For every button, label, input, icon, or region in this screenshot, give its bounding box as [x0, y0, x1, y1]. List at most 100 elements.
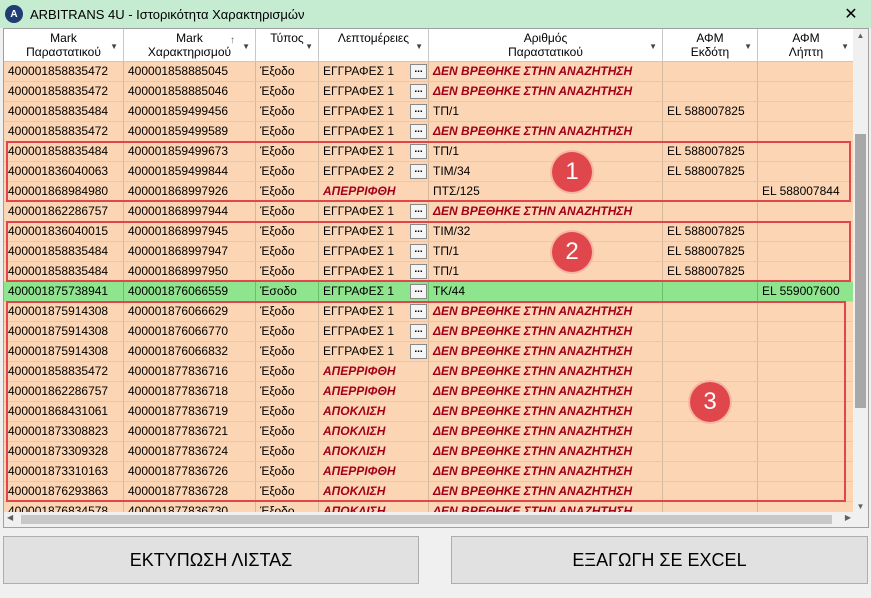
details-ellipsis-button[interactable]: ...	[410, 344, 427, 359]
cell-mark-document[interactable]: 400001875914308	[4, 302, 124, 321]
cell-type[interactable]: Έξοδο	[256, 202, 319, 221]
table-row[interactable]: 400001858835472 400001858885046 Έξοδο ΕΓΓΡΑ…	[4, 82, 855, 102]
cell-document-number[interactable]: ΔΕΝ ΒΡΕΘΗΚΕ ΣΤΗΝ ΑΝΑΖΗΤΗΣΗ	[429, 342, 663, 361]
cell-details[interactable]: ΕΓΓΡΑΦΕΣ 1...	[319, 222, 429, 241]
cell-mark-document[interactable]: 400001858835484	[4, 262, 124, 281]
cell-afm-issuer[interactable]	[663, 462, 758, 481]
cell-mark-document[interactable]: 400001858835472	[4, 362, 124, 381]
cell-type[interactable]: Έξοδο	[256, 322, 319, 341]
cell-type[interactable]: Έξοδο	[256, 402, 319, 421]
cell-document-number[interactable]: ΠΤΣ/125	[429, 182, 663, 201]
cell-afm-issuer[interactable]: EL 588007825	[663, 222, 758, 241]
cell-document-number[interactable]: ΔΕΝ ΒΡΕΘΗΚΕ ΣΤΗΝ ΑΝΑΖΗΤΗΣΗ	[429, 382, 663, 401]
cell-details[interactable]: ΕΓΓΡΑΦΕΣ 1...	[319, 302, 429, 321]
table-row[interactable]: 400001862286757 400001868997944 Έξοδο ΕΓΓΡΑ…	[4, 202, 855, 222]
table-row[interactable]: 400001858835472 400001859499589 Έξοδο ΕΓΓΡΑ…	[4, 122, 855, 142]
cell-details[interactable]: ΕΓΓΡΑΦΕΣ 2...	[319, 162, 429, 181]
cell-afm-recipient[interactable]	[758, 382, 855, 401]
cell-mark-characterization[interactable]: 400001858885046	[124, 82, 256, 101]
cell-mark-characterization[interactable]: 400001876066832	[124, 342, 256, 361]
column-header-mark-characterization[interactable]: Mark Χαρακτηρισμού ↑ ▼	[124, 29, 256, 61]
cell-afm-issuer[interactable]	[663, 342, 758, 361]
details-ellipsis-button[interactable]: ...	[410, 244, 427, 259]
cell-document-number[interactable]: ΔΕΝ ΒΡΕΘΗΚΕ ΣΤΗΝ ΑΝΑΖΗΤΗΣΗ	[429, 362, 663, 381]
cell-type[interactable]: Έξοδο	[256, 462, 319, 481]
cell-details[interactable]: ΕΓΓΡΑΦΕΣ 1...	[319, 202, 429, 221]
cell-document-number[interactable]: ΤΙΜ/32	[429, 222, 663, 241]
cell-details[interactable]: ΕΓΓΡΑΦΕΣ 1...	[319, 342, 429, 361]
cell-mark-document[interactable]: 400001836040063	[4, 162, 124, 181]
cell-document-number[interactable]: ΔΕΝ ΒΡΕΘΗΚΕ ΣΤΗΝ ΑΝΑΖΗΤΗΣΗ	[429, 202, 663, 221]
cell-afm-issuer[interactable]	[663, 322, 758, 341]
cell-details[interactable]: ΑΠΕΡΡΙΦΘΗ	[319, 462, 429, 481]
cell-afm-recipient[interactable]	[758, 102, 855, 121]
cell-mark-characterization[interactable]: 400001876066629	[124, 302, 256, 321]
cell-mark-document[interactable]: 400001858835472	[4, 62, 124, 81]
cell-document-number[interactable]: ΔΕΝ ΒΡΕΘΗΚΕ ΣΤΗΝ ΑΝΑΖΗΤΗΣΗ	[429, 442, 663, 461]
filter-dropdown-icon[interactable]: ▼	[649, 40, 657, 54]
cell-document-number[interactable]: ΤΠ/1	[429, 262, 663, 281]
table-row[interactable]: 400001858835484 400001859499673 Έξοδο ΕΓΓΡΑ…	[4, 142, 855, 162]
cell-type[interactable]: Έξοδο	[256, 182, 319, 201]
column-header-document-number[interactable]: Αριθμός Παραστατικού ▼	[429, 29, 663, 61]
cell-mark-characterization[interactable]: 400001859499589	[124, 122, 256, 141]
filter-dropdown-icon[interactable]: ▼	[841, 40, 849, 54]
column-header-afm-recipient[interactable]: ΑΦΜ Λήπτη ▼	[758, 29, 855, 61]
table-row[interactable]: 400001875914308 400001876066832 Έξοδο ΕΓΓΡΑ…	[4, 342, 855, 362]
filter-dropdown-icon[interactable]: ▼	[305, 40, 313, 54]
cell-type[interactable]: Έξοδο	[256, 102, 319, 121]
cell-afm-issuer[interactable]: EL 588007825	[663, 242, 758, 261]
cell-afm-issuer[interactable]	[663, 422, 758, 441]
cell-mark-document[interactable]: 400001858835484	[4, 102, 124, 121]
details-ellipsis-button[interactable]: ...	[410, 104, 427, 119]
cell-details[interactable]: ΕΓΓΡΑΦΕΣ 1...	[319, 82, 429, 101]
cell-type[interactable]: Έξοδο	[256, 422, 319, 441]
table-row[interactable]: 400001858835484 400001859499456 Έξοδο ΕΓΓΡΑ…	[4, 102, 855, 122]
cell-type[interactable]: Έξοδο	[256, 122, 319, 141]
horizontal-scroll-thumb[interactable]	[21, 515, 832, 524]
scroll-left-icon[interactable]: ◀	[7, 513, 13, 522]
cell-type[interactable]: Έξοδο	[256, 442, 319, 461]
table-row[interactable]: 400001876293863 400001877836728 Έξοδο ΑΠΟΚΛ…	[4, 482, 855, 502]
table-row[interactable]: 400001868984980 400001868997926 Έξοδο ΑΠΕΡΡ…	[4, 182, 855, 202]
table-row[interactable]: 400001858835472 400001877836716 Έξοδο ΑΠΕΡΡ…	[4, 362, 855, 382]
cell-mark-characterization[interactable]: 400001877836718	[124, 382, 256, 401]
table-row[interactable]: 400001858835484 400001868997947 Έξοδο ΕΓΓΡΑ…	[4, 242, 855, 262]
cell-document-number[interactable]: ΔΕΝ ΒΡΕΘΗΚΕ ΣΤΗΝ ΑΝΑΖΗΤΗΣΗ	[429, 122, 663, 141]
cell-mark-characterization[interactable]: 400001868997926	[124, 182, 256, 201]
cell-mark-document[interactable]: 400001862286757	[4, 202, 124, 221]
cell-mark-characterization[interactable]: 400001877836728	[124, 482, 256, 501]
cell-mark-characterization[interactable]: 400001877836719	[124, 402, 256, 421]
cell-mark-document[interactable]: 400001875914308	[4, 322, 124, 341]
cell-mark-characterization[interactable]: 400001859499673	[124, 142, 256, 161]
cell-afm-issuer[interactable]	[663, 62, 758, 81]
details-ellipsis-button[interactable]: ...	[410, 124, 427, 139]
cell-type[interactable]: Έξοδο	[256, 142, 319, 161]
cell-mark-characterization[interactable]: 400001877836721	[124, 422, 256, 441]
cell-mark-document[interactable]: 400001873309328	[4, 442, 124, 461]
cell-document-number[interactable]: ΔΕΝ ΒΡΕΘΗΚΕ ΣΤΗΝ ΑΝΑΖΗΤΗΣΗ	[429, 422, 663, 441]
horizontal-scrollbar[interactable]: ◀ ▶	[4, 512, 855, 527]
cell-document-number[interactable]: ΤΠ/1	[429, 242, 663, 261]
cell-document-number[interactable]: ΔΕΝ ΒΡΕΘΗΚΕ ΣΤΗΝ ΑΝΑΖΗΤΗΣΗ	[429, 322, 663, 341]
cell-afm-issuer[interactable]: EL 588007825	[663, 162, 758, 181]
scroll-right-icon[interactable]: ▶	[845, 513, 851, 522]
cell-afm-issuer[interactable]	[663, 442, 758, 461]
details-ellipsis-button[interactable]: ...	[410, 324, 427, 339]
cell-mark-document[interactable]: 400001862286757	[4, 382, 124, 401]
cell-document-number[interactable]: ΔΕΝ ΒΡΕΘΗΚΕ ΣΤΗΝ ΑΝΑΖΗΤΗΣΗ	[429, 482, 663, 501]
table-row[interactable]: 400001875738941 400001876066559 Έσοδο ΕΓΓΡΑ…	[4, 282, 855, 302]
details-ellipsis-button[interactable]: ...	[410, 224, 427, 239]
cell-type[interactable]: Έσοδο	[256, 282, 319, 301]
cell-afm-recipient[interactable]	[758, 482, 855, 501]
cell-mark-document[interactable]: 400001868984980	[4, 182, 124, 201]
filter-dropdown-icon[interactable]: ▼	[744, 40, 752, 54]
cell-document-number[interactable]: ΔΕΝ ΒΡΕΘΗΚΕ ΣΤΗΝ ΑΝΑΖΗΤΗΣΗ	[429, 82, 663, 101]
cell-afm-issuer[interactable]	[663, 202, 758, 221]
table-row[interactable]: 400001873309328 400001877836724 Έξοδο ΑΠΟΚΛ…	[4, 442, 855, 462]
cell-document-number[interactable]: ΤΠ/1	[429, 102, 663, 121]
cell-mark-characterization[interactable]: 400001859499456	[124, 102, 256, 121]
table-row[interactable]: 400001875914308 400001876066770 Έξοδο ΕΓΓΡΑ…	[4, 322, 855, 342]
filter-dropdown-icon[interactable]: ▼	[110, 40, 118, 54]
cell-mark-document[interactable]: 400001836040015	[4, 222, 124, 241]
